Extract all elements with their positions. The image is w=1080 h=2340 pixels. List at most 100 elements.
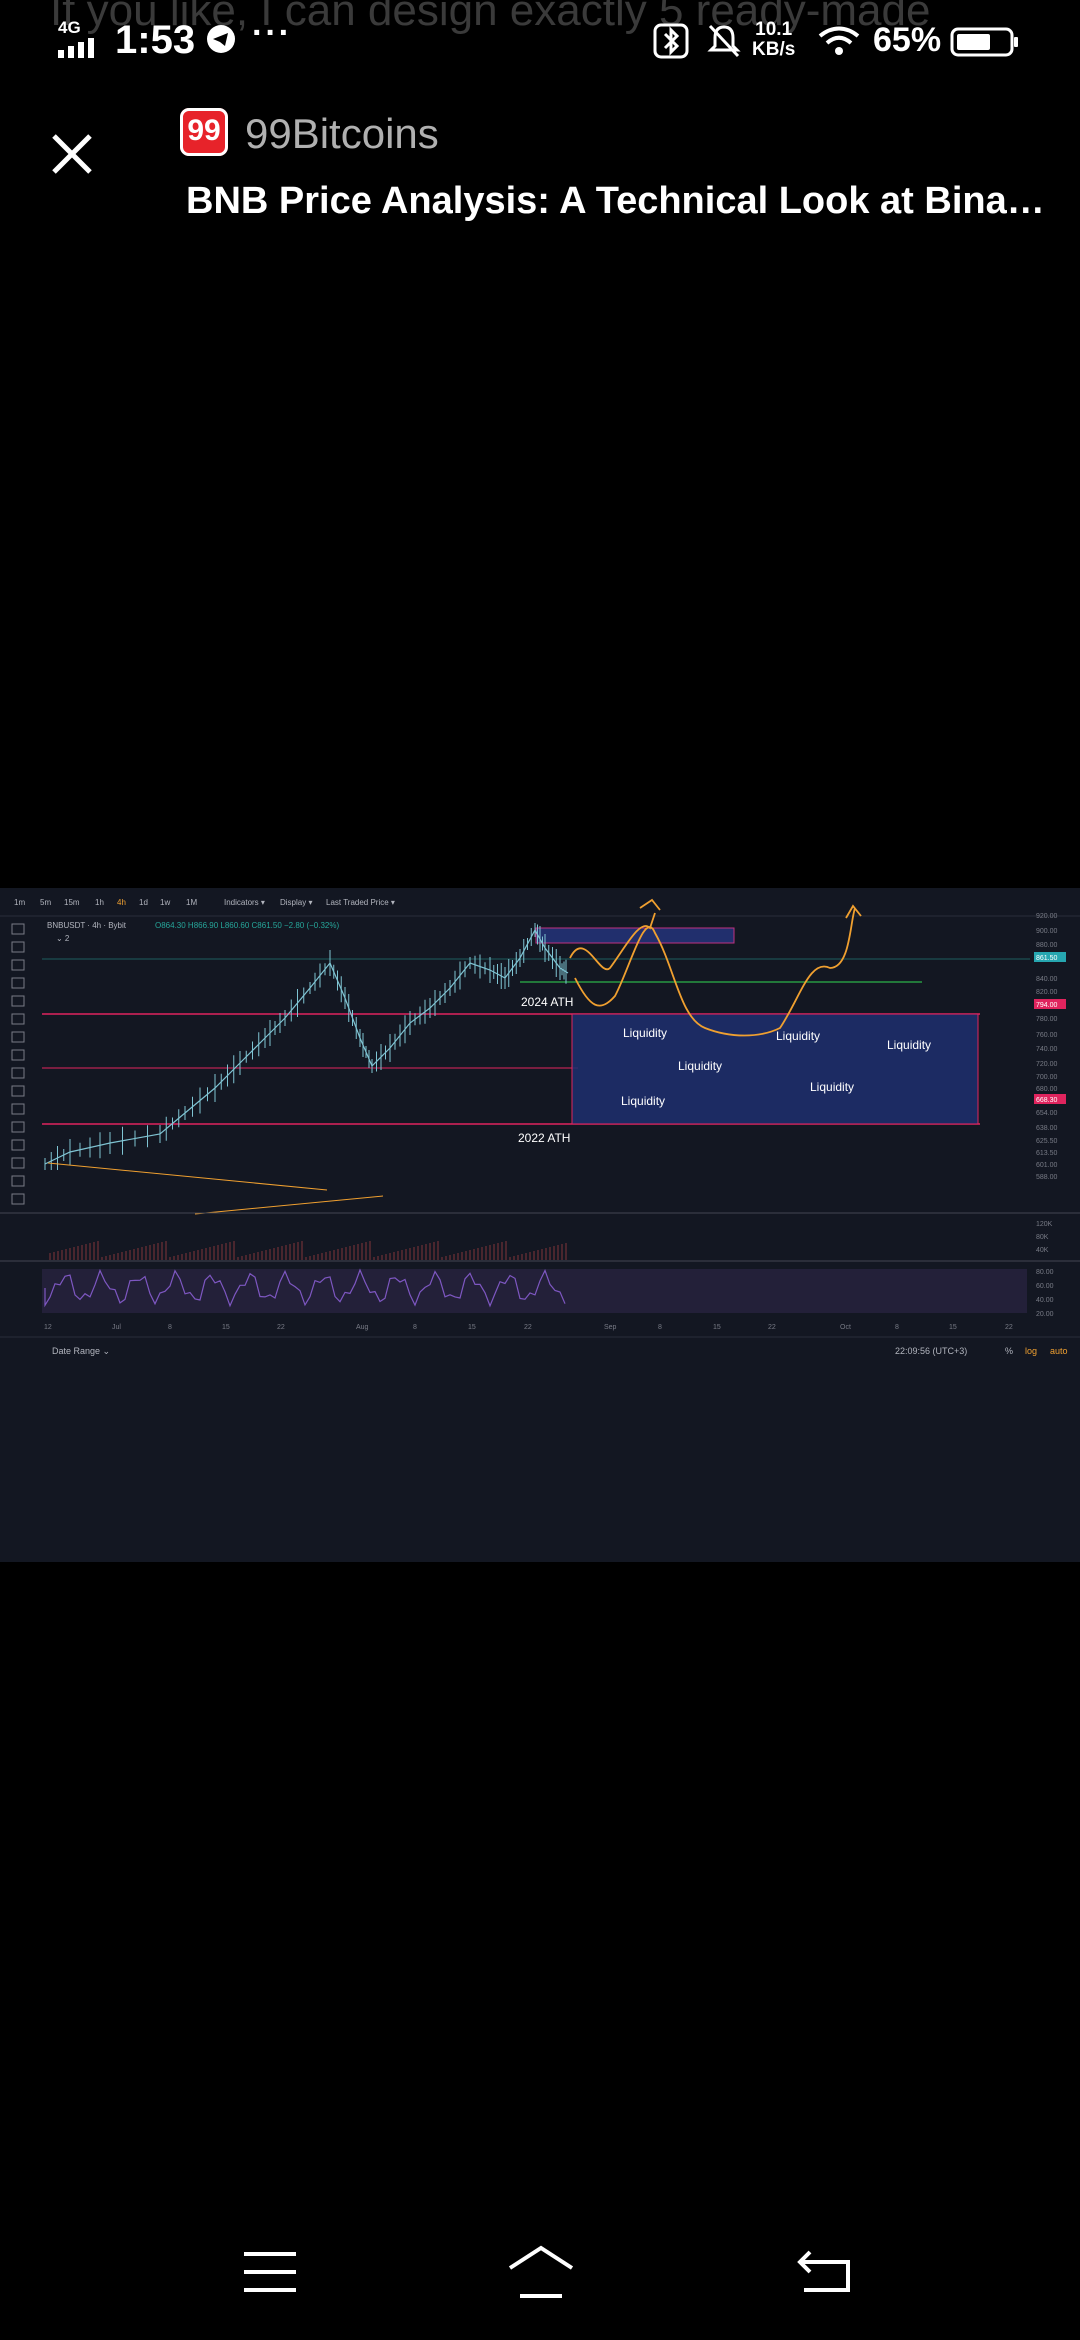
time-axis-label: Oct: [840, 1324, 851, 1331]
network-type: 4G: [58, 18, 81, 37]
drawing-tool-icon: [11, 1139, 25, 1151]
chart-symbol: BNBUSDT · 4h · Bybit: [47, 921, 127, 930]
price-axis-label: 638.00: [1036, 1125, 1058, 1132]
price-axis-label: 740.00: [1036, 1046, 1058, 1053]
drawing-tool-icon: [11, 995, 25, 1007]
timeframe-4h: 4h: [117, 898, 126, 907]
ath-2022-label: 2022 ATH: [518, 1131, 570, 1145]
chart-clock: 22:09:56 (UTC+3): [895, 1346, 967, 1356]
drawing-tool-icon: [11, 1049, 25, 1061]
ath-2024-label: 2024 ATH: [521, 995, 573, 1009]
source-name[interactable]: 99Bitcoins: [245, 110, 439, 158]
source-logo-text: 99: [187, 114, 221, 147]
price-axis-label: 720.00: [1036, 1061, 1058, 1068]
timeframe-1m: 1m: [14, 898, 25, 907]
time-axis-label: Jul: [112, 1324, 121, 1331]
indicator-count: ⌄ 2: [56, 934, 70, 943]
close-icon[interactable]: [48, 130, 96, 178]
toolbar-menu: Indicators ▾: [224, 898, 265, 907]
drawing-tool-icon: [11, 1157, 25, 1169]
liquidity-label: Liquidity: [887, 1038, 931, 1052]
timeframe-15m: 15m: [64, 898, 80, 907]
source-logo[interactable]: 99: [180, 108, 228, 156]
time-axis-label: 22: [1005, 1324, 1013, 1331]
rsi-axis-label: 40.00: [1036, 1297, 1054, 1304]
volume-axis-label: 120K: [1036, 1221, 1053, 1228]
drawing-tool-icon: [11, 923, 25, 935]
price-axis-label: 613.50: [1036, 1150, 1058, 1157]
time-axis-label: Sep: [604, 1324, 617, 1331]
menu-icon[interactable]: [240, 2250, 300, 2294]
trendline-lower: [194, 1195, 384, 1215]
timeframe-1d: 1d: [139, 898, 148, 907]
price-axis-label: 900.00: [1036, 928, 1058, 935]
drawing-tool-icon: [11, 1121, 25, 1133]
timeframe-1h: 1h: [95, 898, 104, 907]
liquidity-label: Liquidity: [678, 1059, 722, 1073]
log-toggle: log: [1025, 1346, 1037, 1356]
speed-unit: KB/s: [752, 39, 796, 60]
timeframe-1M: 1M: [186, 898, 197, 907]
price-axis-label: 588.00: [1036, 1174, 1058, 1181]
volume-axis-label: 80K: [1036, 1234, 1049, 1241]
price-axis-label: 668.30: [1036, 1097, 1058, 1104]
liquidity-label: Liquidity: [623, 1026, 667, 1040]
telegram-icon: [207, 25, 235, 53]
drawing-tool-icon: [11, 1067, 25, 1079]
mute-icon: [707, 24, 741, 58]
network-speed: 10.1 KB/s: [752, 20, 795, 60]
volume-axis-label: 40K: [1036, 1247, 1049, 1254]
time-axis-label: 15: [949, 1324, 957, 1331]
time-axis-label: 22: [768, 1324, 776, 1331]
date-range-button: Date Range ⌄: [52, 1346, 110, 1356]
rsi-axis-label: 60.00: [1036, 1283, 1054, 1290]
price-axis-label: 760.00: [1036, 1032, 1058, 1039]
back-icon[interactable]: [796, 2248, 852, 2294]
bluetooth-battery-icon: [653, 23, 689, 59]
price-axis-label: 780.00: [1036, 1016, 1058, 1023]
status-bar: 4G 1:53 ··· 10.1 KB/s 65%: [0, 0, 1080, 90]
timeframe-5m: 5m: [40, 898, 51, 907]
auto-toggle: auto: [1050, 1346, 1068, 1356]
price-chart-image: 1m 5m 15m 1h 4h 1d 1w 1M Indicators ▾ Display ▾ La…: [0, 888, 1080, 1562]
price-axis-label: 820.00: [1036, 989, 1058, 996]
price-axis-label: 601.00: [1036, 1162, 1058, 1169]
drawing-tool-icon: [11, 1175, 25, 1187]
liquidity-label: Liquidity: [776, 1029, 820, 1043]
percent-toggle: %: [1005, 1346, 1013, 1356]
battery-percent: 65%: [873, 21, 942, 59]
article-headline[interactable]: BNB Price Analysis: A Technical Look at …: [186, 180, 1046, 223]
battery-icon: [950, 27, 1018, 57]
price-axis-label: 625.50: [1036, 1138, 1058, 1145]
time-axis-label: 8: [895, 1324, 899, 1331]
time-axis-label: 12: [44, 1324, 52, 1331]
signal-icon: [58, 38, 94, 58]
drawing-tool-icon: [11, 959, 25, 971]
home-icon[interactable]: [506, 2244, 576, 2300]
time-axis-label: 22: [524, 1324, 532, 1331]
drawing-tool-icon: [11, 1085, 25, 1097]
time-axis-label: Aug: [356, 1324, 369, 1331]
price-axis-label: 920.00: [1036, 913, 1058, 920]
time-axis-label: 8: [658, 1324, 662, 1331]
time-axis-label: 15: [222, 1324, 230, 1331]
price-axis-label: 880.00: [1036, 942, 1058, 949]
resistance-zone: [535, 927, 735, 944]
liquidity-label: Liquidity: [810, 1080, 854, 1094]
price-axis-label: 680.00: [1036, 1086, 1058, 1093]
chart-canvas: 1m 5m 15m 1h 4h 1d 1w 1M Indicators ▾ Display ▾ La…: [0, 898, 1080, 1356]
timeframe-1w: 1w: [160, 898, 170, 907]
more-notifications-icon: ···: [252, 14, 292, 52]
drawing-tool-icon: [11, 1013, 25, 1025]
time-axis-label: 15: [713, 1324, 721, 1331]
time-axis-label: 15: [468, 1324, 476, 1331]
drawing-tool-icon: [11, 1103, 25, 1115]
price-axis-label: 794.00: [1036, 1002, 1058, 1009]
price-axis-label: 861.50: [1036, 955, 1058, 962]
drawing-tool-icon: [11, 977, 25, 989]
drawing-tool-icon: [11, 1031, 25, 1043]
drawing-tool-icon: [11, 1193, 25, 1205]
price-axis-label: 840.00: [1036, 976, 1058, 983]
ohlc-values: O864.30 H866.90 L860.60 C861.50 −2.80 (−…: [155, 921, 339, 930]
clock: 1:53: [115, 18, 196, 62]
